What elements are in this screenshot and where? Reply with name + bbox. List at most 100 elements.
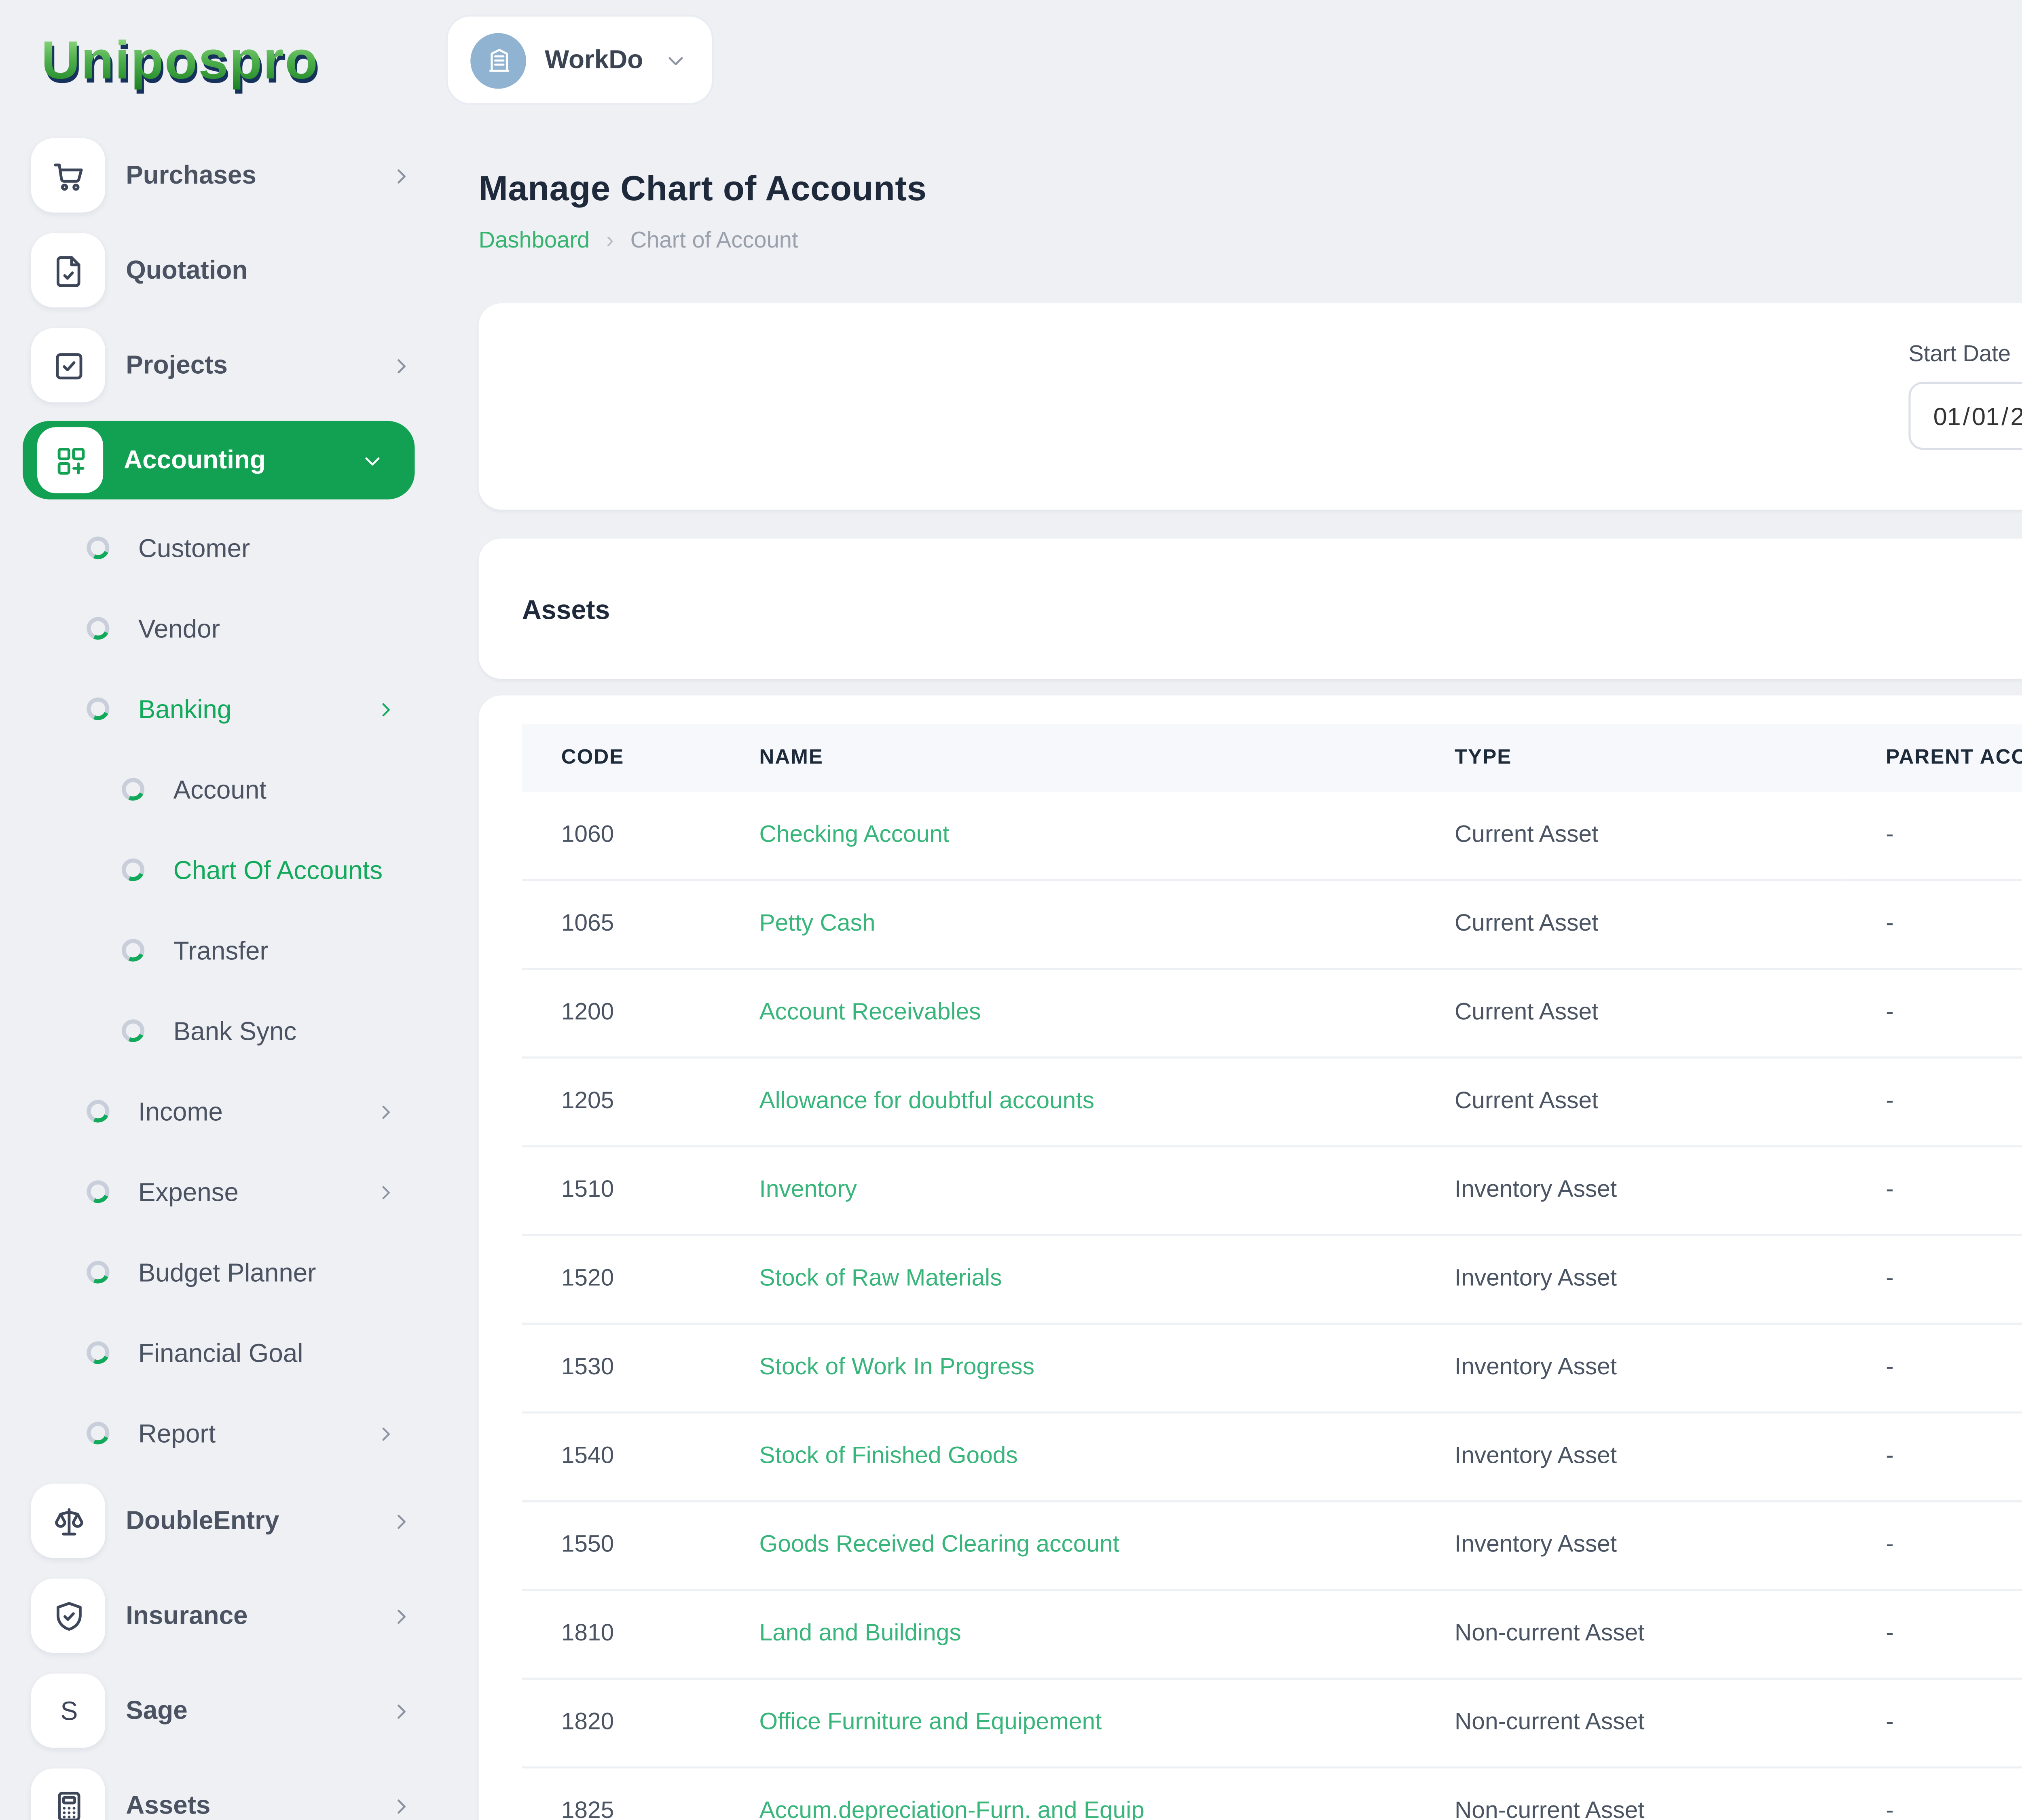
parent-account-name: - [1846, 880, 2022, 969]
workspace-switcher[interactable]: WorkDo [446, 15, 713, 105]
sidebar: Purchases Quotation Projects Accounting Cust… [0, 120, 444, 1820]
sidebar-item-label: Bank Sync [173, 1016, 444, 1045]
breadcrumb: Dashboard›Chart of Account [479, 229, 927, 254]
account-name-cell: Inventory [720, 1146, 1415, 1235]
sidebar-item-label: Report [138, 1419, 349, 1448]
account-name-link[interactable]: Accum.depreciation-Furn. and Equip [759, 1799, 1144, 1820]
chevron-right-icon [388, 1697, 415, 1724]
parent-account-name: - [1846, 1679, 2022, 1767]
cart-icon [31, 138, 106, 213]
account-name-link[interactable]: Inventory [759, 1178, 857, 1203]
accounts-table-card: CODENAMETYPEPARENT ACCOUNT NAMEBALANCEST… [479, 695, 2022, 1820]
account-code: 1520 [522, 1235, 720, 1324]
sidebar-item-doubleentry[interactable]: DoubleEntry [23, 1473, 444, 1568]
account-code: 1550 [522, 1501, 720, 1590]
account-type: Current Asset [1415, 880, 1846, 969]
parent-account-name: - [1846, 969, 2022, 1057]
quotation-icon [31, 233, 106, 308]
account-name-link[interactable]: Allowance for doubtful accounts [759, 1090, 1095, 1114]
sidebar-item-label: Accounting [124, 446, 343, 474]
sidebar-item-income[interactable]: Income [23, 1071, 444, 1151]
bullet-icon [83, 533, 112, 563]
column-header-name: NAME [720, 724, 1415, 792]
bullet-icon [83, 1418, 112, 1448]
chevron-right-icon [388, 162, 415, 189]
sidebar-item-budget-planner[interactable]: Budget Planner [23, 1232, 444, 1312]
chevron-right-icon [388, 1602, 415, 1629]
account-name-link[interactable]: Petty Cash [759, 912, 876, 937]
account-type: Non-current Asset [1415, 1679, 1846, 1767]
account-type: Non-current Asset [1415, 1767, 1846, 1820]
sidebar-item-report[interactable]: Report [23, 1393, 444, 1473]
account-code: 1200 [522, 969, 720, 1057]
account-type: Inventory Asset [1415, 1412, 1846, 1501]
account-name-link[interactable]: Stock of Raw Materials [759, 1267, 1002, 1292]
parent-account-name: - [1846, 1412, 2022, 1501]
table-header-row: CODENAMETYPEPARENT ACCOUNT NAMEBALANCEST… [522, 724, 2022, 792]
assets-icon [31, 1768, 106, 1820]
brand-logo: Unipospro [41, 28, 446, 92]
sidebar-item-vendor[interactable]: Vendor [23, 588, 444, 669]
sidebar-item-quotation[interactable]: Quotation [23, 223, 444, 318]
sidebar-item-sage[interactable]: S Sage [23, 1663, 444, 1758]
account-name-link[interactable]: Goods Received Clearing account [759, 1533, 1119, 1558]
parent-account-name: - [1846, 792, 2022, 880]
account-type: Inventory Asset [1415, 1146, 1846, 1235]
chevron-down-icon [662, 47, 688, 73]
sidebar-item-accounting[interactable]: Accounting [23, 421, 415, 499]
bullet-icon [83, 1096, 112, 1126]
account-name-link[interactable]: Checking Account [759, 823, 950, 848]
column-header-type: TYPE [1415, 724, 1846, 792]
start-date-label: Start Date [1908, 343, 2022, 367]
account-name-cell: Stock of Finished Goods [720, 1412, 1415, 1501]
sidebar-item-purchases[interactable]: Purchases [23, 128, 444, 223]
sidebar-item-label: Sage [126, 1696, 371, 1725]
account-type: Inventory Asset [1415, 1501, 1846, 1590]
account-code: 1820 [522, 1679, 720, 1767]
sidebar-item-label: Chart Of Accounts [173, 855, 444, 884]
sidebar-item-customer[interactable]: Customer [23, 508, 444, 588]
account-name-cell: Stock of Raw Materials [720, 1235, 1415, 1324]
main-content: Manage Chart of Accounts Dashboard›Chart… [444, 120, 2022, 1820]
chevron-down-icon [359, 447, 386, 474]
account-name-cell: Accum.depreciation-Furn. and Equip [720, 1767, 1415, 1820]
account-name-link[interactable]: Office Furniture and Equipement [759, 1711, 1102, 1735]
sidebar-item-label: Transfer [173, 936, 444, 965]
account-code: 1060 [522, 792, 720, 880]
table-row: 1065Petty CashCurrent Asset--Enabled [522, 880, 2022, 969]
account-name-link[interactable]: Stock of Finished Goods [759, 1444, 1018, 1469]
accounts-table: CODENAMETYPEPARENT ACCOUNT NAMEBALANCEST… [522, 724, 2022, 1820]
table-row: 1820 Office Furniture and Equipement Non-c… [522, 1679, 2022, 1767]
start-date-input[interactable] [1908, 382, 2022, 450]
start-date-field: Start Date [1908, 343, 2022, 510]
account-code: 1205 [522, 1058, 720, 1146]
sidebar-item-transfer[interactable]: Transfer [23, 910, 444, 990]
sidebar-item-insurance[interactable]: Insurance [23, 1568, 444, 1663]
sidebar-item-expense[interactable]: Expense [23, 1151, 444, 1232]
table-row: 1540Stock of Finished GoodsInventory Ass… [522, 1412, 2022, 1501]
account-name-cell: Account Receivables [720, 969, 1415, 1057]
section-title: Assets [522, 593, 610, 624]
sidebar-item-bank-sync[interactable]: Bank Sync [23, 990, 444, 1071]
bullet-icon [83, 614, 112, 643]
account-name-link[interactable]: Account Receivables [759, 1001, 981, 1025]
account-code: 1065 [522, 880, 720, 969]
sidebar-item-label: Projects [126, 351, 371, 379]
account-name-link[interactable]: Land and Buildings [759, 1622, 961, 1646]
account-code: 1530 [522, 1324, 720, 1412]
sidebar-item-chart-of-accounts[interactable]: Chart Of Accounts [23, 830, 444, 910]
sidebar-item-projects[interactable]: Projects [23, 318, 444, 413]
sidebar-item-financial-goal[interactable]: Financial Goal [23, 1312, 444, 1393]
table-row: 1510InventoryInventory Asset--Enabled [522, 1146, 2022, 1235]
sidebar-item-label: Quotation [126, 256, 431, 285]
account-type: Current Asset [1415, 1058, 1846, 1146]
sidebar-item-banking[interactable]: Banking [23, 669, 444, 749]
sidebar-item-account[interactable]: Account [23, 749, 444, 830]
account-type: Inventory Asset [1415, 1324, 1846, 1412]
account-name-link[interactable]: Stock of Work In Progress [759, 1356, 1034, 1380]
sidebar-item-assets[interactable]: Assets [23, 1758, 444, 1820]
table-row: 1520Stock of Raw MaterialsInventory Asse… [522, 1235, 2022, 1324]
breadcrumb-item-dashboard[interactable]: Dashboard [479, 229, 590, 254]
svg-text:S: S [59, 1695, 77, 1725]
accounting-icon [37, 427, 103, 493]
